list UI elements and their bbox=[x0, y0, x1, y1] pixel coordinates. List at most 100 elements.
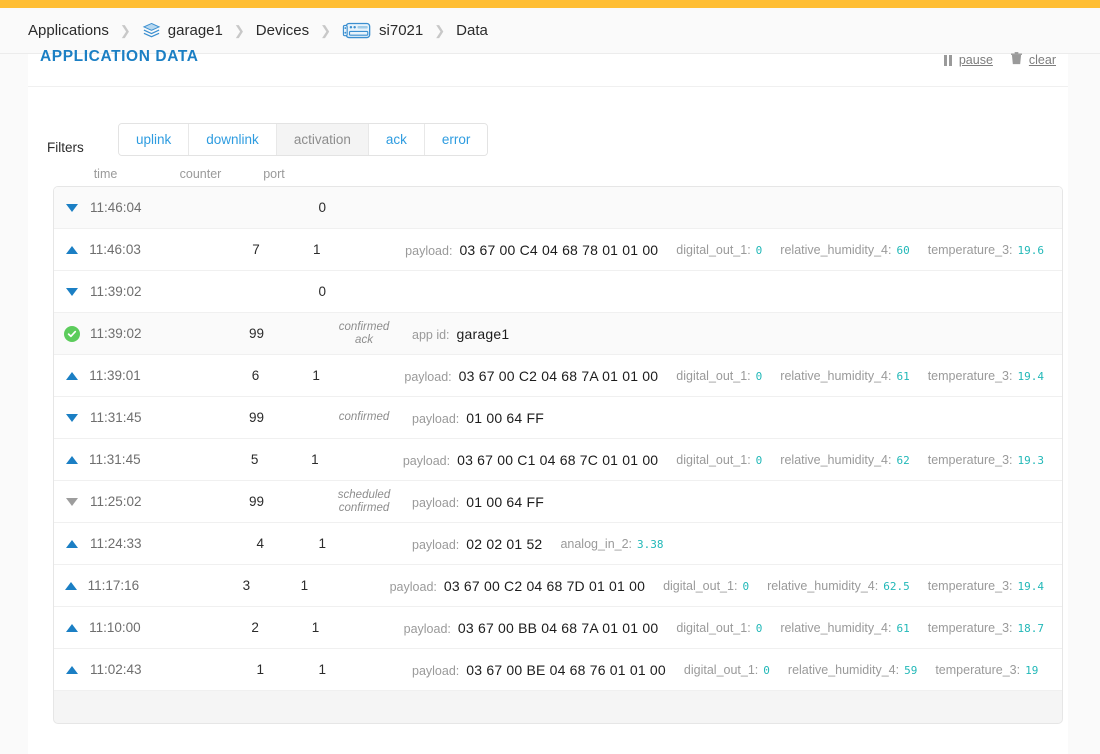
filter-activation-button[interactable]: activation bbox=[277, 124, 369, 155]
breadcrumb-item-devices[interactable]: Devices bbox=[256, 22, 309, 39]
data-field-key: relative_humidity_4: bbox=[780, 621, 891, 635]
cell-time: 11:39:02 bbox=[90, 284, 184, 299]
data-field-key: relative_humidity_4: bbox=[767, 579, 878, 593]
data-field-value: 62.5 bbox=[883, 580, 910, 593]
cell-port: 1 bbox=[258, 452, 318, 467]
table-row[interactable]: 11:39:0299 confirmedack app id:garage1 bbox=[54, 313, 1062, 355]
data-field-value: 03 67 00 C2 04 68 7A 01 01 00 bbox=[459, 368, 659, 384]
data-field: relative_humidity_4: 59 bbox=[788, 663, 917, 677]
table-row[interactable]: 11:25:0299scheduledconfirmedpayload:01 0… bbox=[54, 481, 1062, 523]
data-field-key: temperature_3: bbox=[928, 369, 1013, 383]
data-field-value: 3.38 bbox=[637, 538, 664, 551]
pause-button[interactable]: pause bbox=[944, 53, 993, 67]
cell-flag: scheduledconfirmed bbox=[326, 489, 398, 515]
breadcrumb-separator-icon: ❯ bbox=[234, 24, 245, 37]
data-field-key: relative_humidity_4: bbox=[780, 243, 891, 257]
table-header: time counter port bbox=[53, 156, 1068, 186]
data-field: analog_in_2:3.38 bbox=[560, 537, 663, 551]
filter-ack-button[interactable]: ack bbox=[369, 124, 425, 155]
breadcrumb-item-si7021[interactable]: si7021 bbox=[342, 20, 423, 42]
cell-data: payload:03 67 00 BB 04 68 7A 01 01 00dig… bbox=[390, 620, 1062, 636]
breadcrumb-label: Applications bbox=[28, 22, 109, 39]
data-field: app id:garage1 bbox=[412, 326, 509, 342]
cell-port: 1 bbox=[259, 620, 319, 635]
data-field-key: temperature_3: bbox=[928, 621, 1013, 635]
column-header-counter: counter bbox=[158, 167, 243, 181]
data-field-value: 0 bbox=[756, 370, 763, 383]
data-field-key: digital_out_1: bbox=[663, 579, 737, 593]
filter-downlink-button[interactable]: downlink bbox=[189, 124, 277, 155]
cell-time: 11:25:02 bbox=[90, 494, 184, 509]
table-row[interactable]: 11:17:1631payload:03 67 00 C2 04 68 7D 0… bbox=[54, 565, 1062, 607]
clear-button[interactable]: clear bbox=[1011, 52, 1056, 68]
table-row[interactable]: 11:24:3341payload:02 02 01 52analog_in_2… bbox=[54, 523, 1062, 565]
filter-error-button[interactable]: error bbox=[425, 124, 488, 155]
data-field-value: 62 bbox=[896, 454, 909, 467]
cell-flag: confirmed bbox=[326, 411, 398, 424]
table-row[interactable]: 11:31:4599confirmedpayload:01 00 64 FF bbox=[54, 397, 1062, 439]
cell-counter: 99 bbox=[184, 410, 264, 425]
data-field-key: payload: bbox=[412, 664, 459, 678]
column-header-port: port bbox=[243, 167, 305, 181]
breadcrumb-item-garage1[interactable]: garage1 bbox=[142, 21, 223, 40]
cell-port: 1 bbox=[264, 662, 326, 677]
uplink-arrow-icon bbox=[54, 666, 90, 674]
data-field: payload:03 67 00 C2 04 68 7D 01 01 00 bbox=[390, 578, 645, 594]
table-row[interactable]: 11:10:0021payload:03 67 00 BB 04 68 7A 0… bbox=[54, 607, 1062, 649]
breadcrumb-item-data[interactable]: Data bbox=[456, 22, 488, 39]
table-row[interactable]: 11:39:020 bbox=[54, 271, 1062, 313]
data-field: temperature_3:19.4 bbox=[928, 369, 1044, 383]
downlink-arrow-icon bbox=[54, 204, 90, 212]
data-table: 11:46:04 0 11:46:0371payload:03 67 00 C4 0… bbox=[53, 186, 1063, 724]
data-field-key: app id: bbox=[412, 328, 450, 342]
breadcrumb-separator-icon: ❯ bbox=[320, 24, 331, 37]
data-field-key: payload: bbox=[412, 496, 459, 510]
data-field-key: temperature_3: bbox=[928, 453, 1013, 467]
filters-label: Filters bbox=[47, 140, 118, 155]
table-row[interactable]: 11:02:4311payload:03 67 00 BE 04 68 76 0… bbox=[54, 649, 1062, 691]
page-title: APPLICATION DATA bbox=[40, 48, 199, 66]
cell-data: payload:01 00 64 FF bbox=[398, 494, 1062, 510]
breadcrumb-item-applications[interactable]: Applications bbox=[28, 22, 109, 39]
data-field-value: 0 bbox=[742, 580, 749, 593]
data-field-key: relative_humidity_4: bbox=[780, 369, 891, 383]
data-field-key: relative_humidity_4: bbox=[788, 663, 899, 677]
cell-port: 0 bbox=[264, 200, 326, 215]
table-row[interactable]: 11:39:0161payload:03 67 00 C2 04 68 7A 0… bbox=[54, 355, 1062, 397]
cell-flag: confirmedack bbox=[326, 321, 398, 347]
cell-counter: 2 bbox=[181, 620, 259, 635]
cell-port: 1 bbox=[264, 536, 326, 551]
data-field-key: payload: bbox=[404, 622, 451, 636]
table-row[interactable]: 11:31:4551payload:03 67 00 C1 04 68 7C 0… bbox=[54, 439, 1062, 481]
breadcrumb-label: garage1 bbox=[168, 22, 223, 39]
data-field: digital_out_1:0 bbox=[676, 243, 762, 257]
pause-label: pause bbox=[959, 53, 993, 67]
cell-time: 11:39:02 bbox=[90, 326, 184, 341]
data-field-value: 19 bbox=[1025, 664, 1038, 677]
data-field: payload:03 67 00 BE 04 68 76 01 01 00 bbox=[412, 662, 666, 678]
data-field-value: 0 bbox=[763, 664, 770, 677]
data-field-value: 19.6 bbox=[1018, 244, 1045, 257]
data-field-value: 59 bbox=[904, 664, 917, 677]
table-row[interactable]: 11:46:0371payload:03 67 00 C4 04 68 78 0… bbox=[54, 229, 1062, 271]
data-field: digital_out_1:0 bbox=[676, 453, 762, 467]
filter-uplink-button[interactable]: uplink bbox=[119, 124, 189, 155]
data-field-key: digital_out_1: bbox=[676, 621, 750, 635]
layers-icon bbox=[142, 21, 161, 40]
cell-data: payload:02 02 01 52analog_in_2:3.38 bbox=[398, 536, 1062, 552]
cell-counter: 3 bbox=[175, 578, 250, 593]
cell-counter: 99 bbox=[184, 326, 264, 341]
cell-counter: 6 bbox=[181, 368, 259, 383]
cell-time: 11:31:45 bbox=[89, 452, 180, 467]
data-field-value: 19.4 bbox=[1018, 580, 1045, 593]
data-field-value: 19.3 bbox=[1018, 454, 1045, 467]
ack-check-icon bbox=[54, 326, 90, 342]
column-header-time: time bbox=[53, 167, 158, 181]
filters-row: Filters uplink downlink activation ack e… bbox=[28, 87, 1068, 156]
cell-data: payload:03 67 00 C2 04 68 7D 01 01 00 dig… bbox=[376, 578, 1062, 594]
cell-time: 11:46:04 bbox=[90, 200, 184, 215]
cell-data: payload:03 67 00 C2 04 68 7A 01 01 00dig… bbox=[390, 368, 1062, 384]
table-row[interactable]: 11:46:04 0 bbox=[54, 187, 1062, 229]
breadcrumb-label: si7021 bbox=[379, 22, 423, 39]
data-field: payload:01 00 64 FF bbox=[412, 410, 544, 426]
